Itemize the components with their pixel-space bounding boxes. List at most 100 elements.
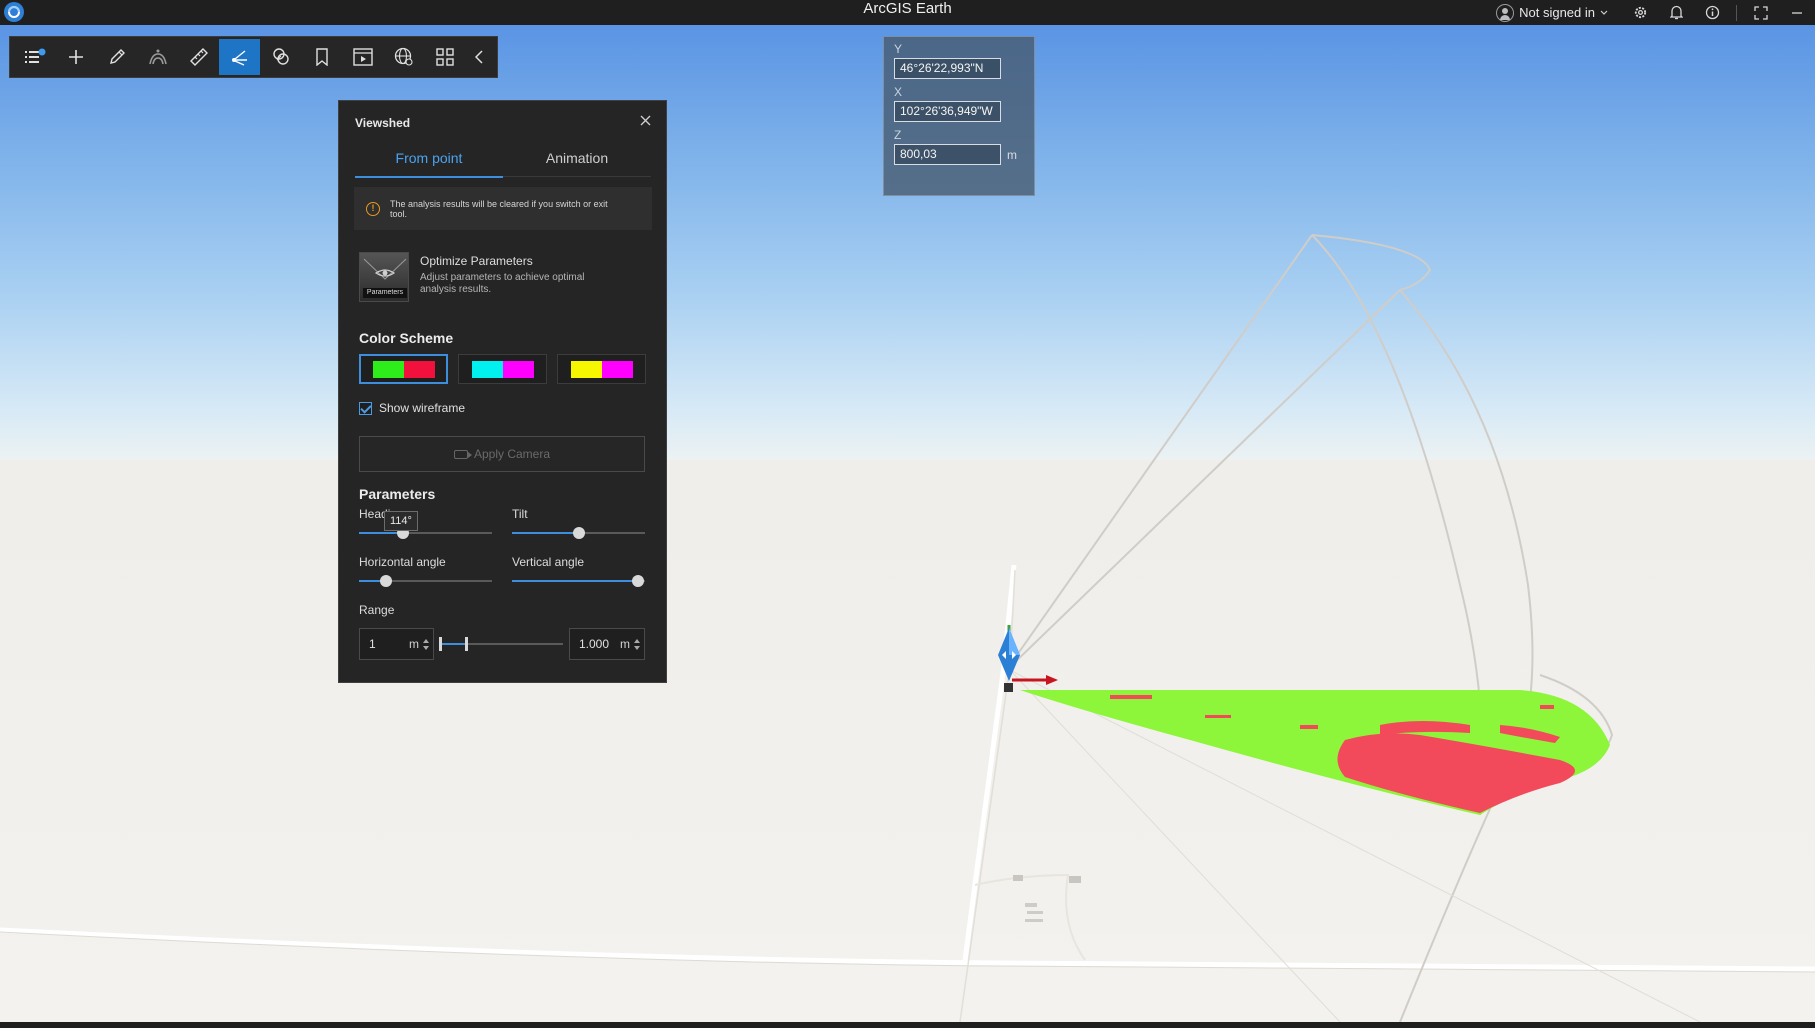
optimize-title: Optimize Parameters <box>420 254 533 268</box>
color-scheme-options <box>359 354 646 384</box>
sketch-button[interactable] <box>96 39 137 75</box>
range-min-spinner[interactable] <box>423 638 429 650</box>
z-coordinate-input[interactable]: 800,03 <box>894 144 1001 165</box>
wireframe-arc-top <box>1311 234 1432 291</box>
z-unit: m <box>1007 147 1017 162</box>
heading-value-tooltip: 114° <box>384 511 418 531</box>
wireframe-ray <box>1009 234 1313 666</box>
viewshed-tool-button[interactable] <box>219 39 260 75</box>
spin-up-icon[interactable] <box>423 638 429 643</box>
building <box>1027 911 1043 914</box>
building <box>1069 876 1081 883</box>
wireframe-ray <box>1009 289 1401 668</box>
viewshed-hidden-area <box>1540 705 1554 709</box>
optimize-thumbnail: Parameters <box>359 252 409 302</box>
fullscreen-button[interactable] <box>1743 0 1779 25</box>
warning-icon: ! <box>366 201 380 216</box>
tab-animation[interactable]: Animation <box>503 147 651 176</box>
gizmo-rotation-highlight <box>1009 628 1020 655</box>
hidden-color-swatch <box>601 360 633 378</box>
grid-icon <box>435 48 454 66</box>
interactive-analysis-button[interactable] <box>260 39 301 75</box>
range-min-input[interactable]: 1 m <box>359 628 434 660</box>
x-label: X <box>894 85 903 99</box>
slider-thumb[interactable] <box>379 575 392 587</box>
y-coordinate-input[interactable]: 46°26'22,993"N <box>894 58 1001 79</box>
color-scheme-option-2[interactable] <box>458 354 547 384</box>
visible-color-swatch <box>471 360 503 378</box>
range-max-input[interactable]: 1.000 m <box>569 628 645 660</box>
range-max-spinner[interactable] <box>634 638 640 650</box>
bottom-strip <box>0 1022 1815 1028</box>
slider-thumb[interactable] <box>632 575 645 587</box>
spin-down-icon[interactable] <box>423 645 429 650</box>
chevron-left-icon <box>475 50 483 64</box>
ruler-icon <box>189 48 208 66</box>
tilt-slider[interactable] <box>512 527 645 539</box>
range-slider[interactable] <box>439 634 564 654</box>
visible-color-swatch <box>570 360 602 378</box>
building <box>1025 919 1043 922</box>
building <box>1025 903 1037 907</box>
color-scheme-option-3[interactable] <box>557 354 646 384</box>
show-wireframe-toggle[interactable]: Show wireframe <box>359 401 465 415</box>
x-coordinate-input[interactable]: 102°26'36,949"W <box>894 101 1001 122</box>
range-min-value: 1 <box>369 637 376 651</box>
slider-thumb[interactable] <box>572 527 585 539</box>
optimize-description: Adjust parameters to achieve optimal ana… <box>420 272 585 295</box>
spin-up-icon[interactable] <box>634 638 640 643</box>
notifications-button[interactable] <box>1658 0 1694 25</box>
close-panel-button[interactable] <box>636 111 654 129</box>
presentation-icon <box>352 48 373 66</box>
range-label: Range <box>359 603 395 617</box>
range-min-handle[interactable] <box>439 637 442 651</box>
tab-from-point[interactable]: From point <box>355 147 503 178</box>
eye-icon <box>363 258 407 280</box>
elevation-profile-icon <box>148 49 167 65</box>
settings-button[interactable] <box>1622 0 1658 25</box>
about-button[interactable] <box>1694 0 1730 25</box>
pencil-icon <box>109 49 125 64</box>
elevation-profile-button[interactable] <box>137 39 178 75</box>
bookmarks-button[interactable] <box>301 39 342 75</box>
viewshed-visible-area <box>1020 690 1610 815</box>
bell-icon <box>1669 5 1683 20</box>
layers-button[interactable] <box>14 39 55 75</box>
viewshed-hidden-area <box>1205 715 1231 718</box>
collapse-toolbar-button[interactable] <box>465 39 493 75</box>
color-scheme-option-1[interactable] <box>359 354 448 384</box>
vertical-angle-slider[interactable] <box>512 575 645 587</box>
user-label: Not signed in <box>1519 5 1595 20</box>
measure-button[interactable] <box>178 39 219 75</box>
horizontal-angle-label: Horizontal angle <box>359 555 446 569</box>
globe-settings-button[interactable] <box>383 39 424 75</box>
gear-icon <box>1634 6 1646 19</box>
apps-button[interactable] <box>424 39 465 75</box>
heading-slider[interactable] <box>359 527 492 539</box>
horizontal-angle-slider[interactable] <box>359 575 492 587</box>
main-toolbar <box>9 36 498 78</box>
building <box>1013 875 1023 881</box>
spin-down-icon[interactable] <box>634 645 640 650</box>
show-wireframe-checkbox[interactable] <box>359 401 372 415</box>
presentation-button[interactable] <box>342 39 383 75</box>
notice-text: The analysis results will be cleared if … <box>390 198 608 219</box>
apply-camera-button[interactable]: Apply Camera <box>359 436 645 472</box>
minimize-icon <box>1792 11 1802 14</box>
road-branch <box>974 873 1086 961</box>
observer-point[interactable] <box>1004 683 1013 692</box>
road-vertical <box>962 564 1017 961</box>
info-icon <box>1705 5 1719 20</box>
range-max-handle[interactable] <box>465 637 468 651</box>
add-data-button[interactable] <box>55 39 96 75</box>
z-label: Z <box>894 128 902 142</box>
optimize-parameters-card[interactable]: Parameters Optimize Parameters Adjust pa… <box>359 252 651 304</box>
apply-camera-label: Apply Camera <box>473 447 551 461</box>
minimize-button[interactable] <box>1779 0 1815 25</box>
close-icon <box>640 115 650 125</box>
visible-color-swatch <box>372 360 404 378</box>
bookmark-icon <box>315 48 328 66</box>
chevron-down-icon <box>1600 10 1608 15</box>
user-menu[interactable]: Not signed in <box>1496 3 1608 22</box>
vertical-angle-label: Vertical angle <box>512 555 585 569</box>
